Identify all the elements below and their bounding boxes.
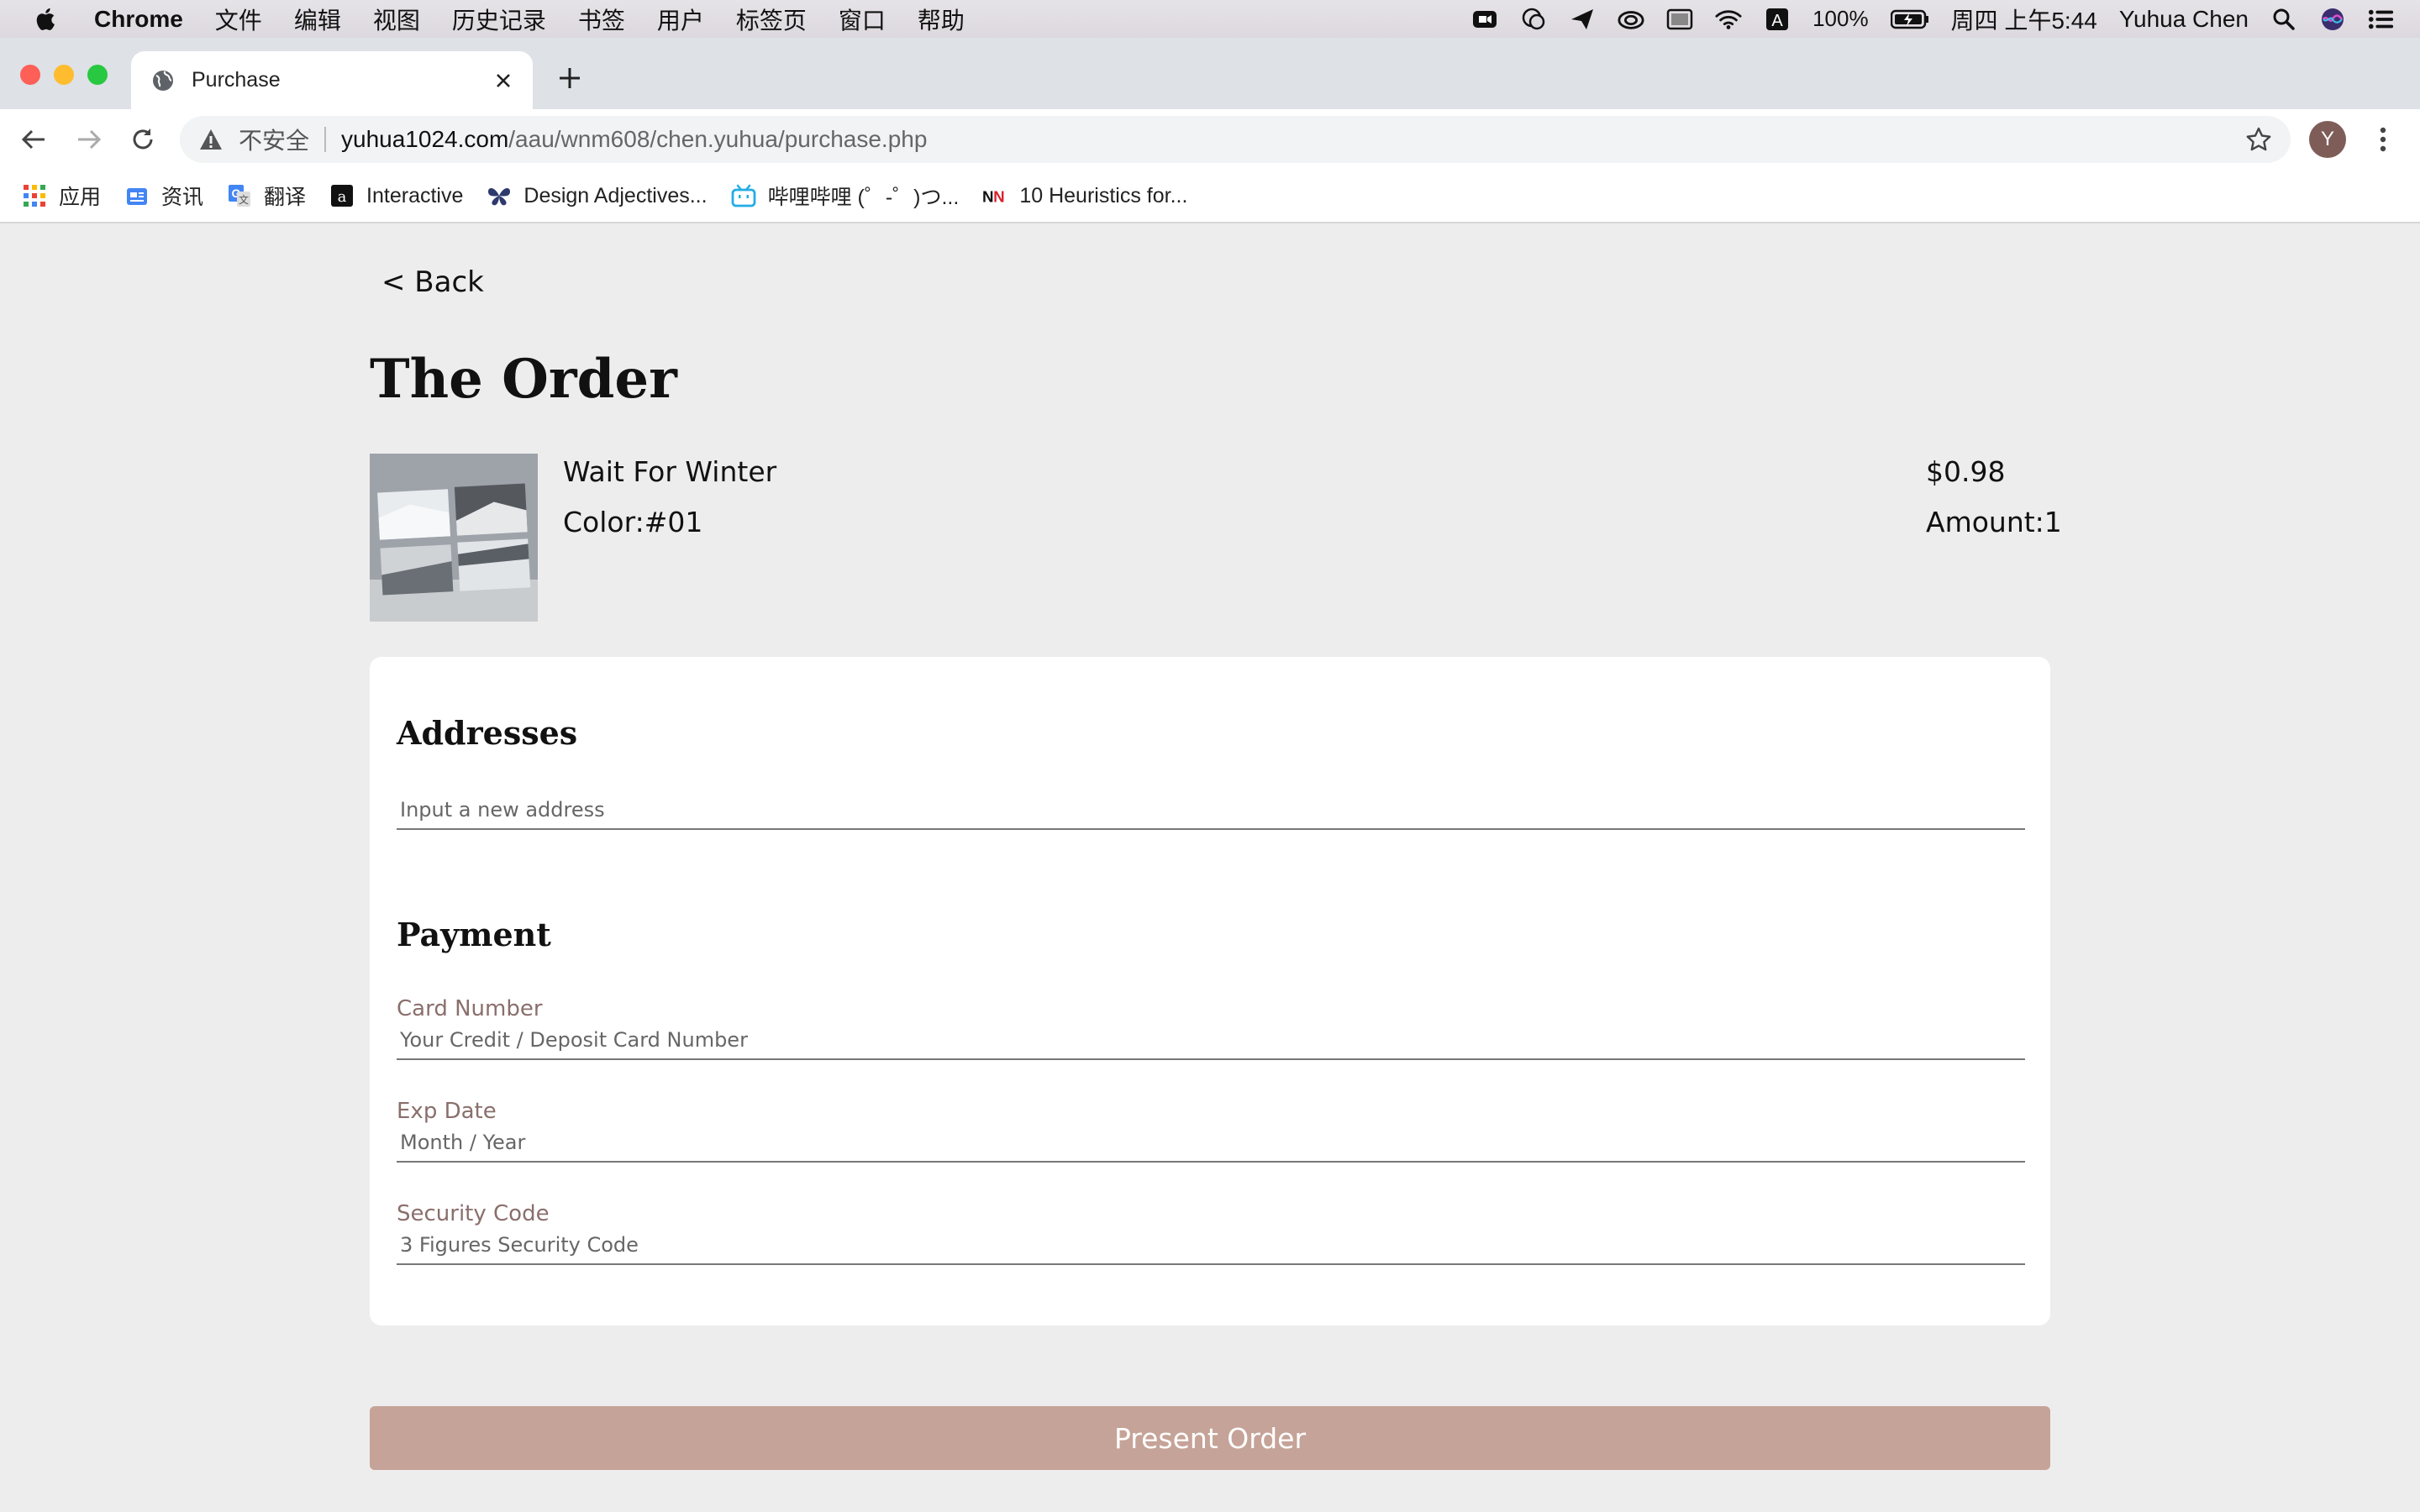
window-minimize-button[interactable] (54, 65, 74, 85)
display-icon[interactable] (1666, 7, 1693, 32)
menubar-clock[interactable]: 周四 上午5:44 (1951, 3, 2097, 36)
security-code-label: Security Code (397, 1201, 550, 1226)
product-name: Wait For Winter (563, 455, 777, 488)
browser-tab-strip: Purchase (0, 38, 2420, 109)
bookmark-label: Design Adjectives... (523, 183, 708, 207)
input-method-icon[interactable]: A (1764, 7, 1791, 32)
menubar-user[interactable]: Yuhua Chen (2119, 6, 2249, 33)
svg-text:N: N (993, 188, 1005, 206)
product-color: Color:#01 (563, 506, 703, 538)
bookmark-translate[interactable]: G文 翻译 (227, 181, 306, 211)
battery-icon[interactable] (1890, 7, 1929, 32)
product-thumbnail (370, 454, 538, 622)
bookmark-label: 翻译 (264, 186, 307, 209)
bookmark-bilibili[interactable]: 哔哩哔哩 (゜-゜)つ... (731, 181, 960, 211)
back-link[interactable]: < Back (381, 265, 484, 299)
exp-date-label: Exp Date (397, 1099, 497, 1124)
apps-grid-icon (22, 183, 47, 208)
video-camera-icon[interactable] (1471, 7, 1498, 32)
warning-triangle-icon[interactable] (198, 127, 224, 152)
product-amount: Amount:1 (1926, 506, 2062, 538)
security-code-input[interactable] (397, 1226, 2025, 1265)
bookmark-label: 资讯 (161, 186, 204, 209)
window-close-button[interactable] (20, 65, 40, 85)
apple-logo-icon[interactable] (32, 5, 60, 34)
tab-close-icon[interactable] (489, 66, 518, 95)
nn-icon: NN (982, 183, 1007, 208)
forward-arrow-icon[interactable] (74, 124, 104, 155)
product-price: $0.98 (1926, 455, 2006, 488)
svg-text:A: A (1771, 12, 1783, 30)
tab-title: Purchase (192, 68, 281, 92)
butterfly-icon (487, 183, 512, 208)
address-bar[interactable]: 不安全 yuhua1024.com /aau/wnm608/chen.yuhua… (180, 116, 2291, 163)
menu-help[interactable]: 帮助 (918, 3, 965, 36)
window-zoom-button[interactable] (87, 65, 108, 85)
paper-plane-icon[interactable] (1569, 7, 1596, 32)
bookmark-label: 应用 (59, 186, 102, 209)
bookmarks-bar: 应用 资讯 G文 翻译 a Interactive Design Adjecti… (0, 170, 2420, 223)
bookmark-interactive[interactable]: a Interactive (329, 183, 463, 208)
active-tab[interactable]: Purchase (131, 51, 533, 109)
menu-file[interactable]: 文件 (215, 3, 262, 36)
menu-tab[interactable]: 标签页 (736, 3, 807, 36)
menu-people[interactable]: 用户 (657, 3, 704, 36)
card-number-input[interactable] (397, 1021, 2025, 1060)
creative-cloud-icon[interactable] (1618, 7, 1644, 32)
bookmark-star-icon[interactable] (2245, 126, 2272, 153)
page-title: The Order (370, 348, 677, 411)
exp-date-input[interactable] (397, 1124, 2025, 1163)
payment-heading: Payment (397, 916, 551, 953)
bookmark-label: 哔哩哔哩 (゜-゜)つ... (767, 186, 960, 209)
svg-text:文: 文 (239, 193, 249, 206)
checkout-form-card: Addresses Payment Card Number Exp Date S… (370, 657, 2050, 1326)
menu-history[interactable]: 历史记录 (452, 3, 546, 36)
battery-percent: 100% (1812, 6, 1869, 31)
wifi-icon[interactable] (1715, 7, 1742, 32)
bookmark-apps[interactable]: 应用 (22, 181, 101, 211)
bookmark-heuristics[interactable]: NN 10 Heuristics for... (982, 183, 1187, 208)
chat-icon[interactable] (1520, 7, 1547, 32)
interactive-icon: a (329, 183, 355, 208)
bookmark-label: 10 Heuristics for... (1019, 183, 1188, 207)
more-menu-icon[interactable] (2371, 124, 2395, 155)
page-content: < Back The Order Wait For Winter Color:#… (0, 223, 2420, 1512)
menu-app-name[interactable]: Chrome (94, 6, 183, 33)
globe-icon (153, 70, 173, 91)
svg-text:N: N (982, 188, 994, 206)
bilibili-icon (731, 183, 756, 208)
url-path: /aau/wnm608/chen.yuhua/purchase.php (508, 126, 928, 152)
back-arrow-icon[interactable] (18, 124, 49, 155)
siri-icon[interactable] (2319, 7, 2346, 32)
security-status-label[interactable]: 不安全 (239, 123, 309, 156)
address-divider (324, 127, 327, 152)
url-host: yuhua1024.com (341, 126, 509, 152)
google-translate-icon: G文 (227, 183, 252, 208)
bookmark-label: Interactive (366, 183, 464, 207)
reload-icon[interactable] (128, 124, 158, 155)
new-tab-plus-icon[interactable] (555, 63, 585, 93)
bookmark-design-adjectives[interactable]: Design Adjectives... (487, 183, 708, 208)
menu-bookmarks[interactable]: 书签 (578, 3, 625, 36)
address-input[interactable] (397, 791, 2025, 830)
menu-window[interactable]: 窗口 (839, 3, 886, 36)
addresses-heading: Addresses (397, 714, 578, 752)
menu-view[interactable]: 视图 (373, 3, 420, 36)
browser-toolbar: 不安全 yuhua1024.com /aau/wnm608/chen.yuhua… (0, 109, 2420, 170)
macos-menu-bar: Chrome 文件 编辑 视图 历史记录 书签 用户 标签页 窗口 帮助 A 1… (0, 0, 2420, 38)
bookmark-news[interactable]: 资讯 (124, 181, 203, 211)
news-icon (124, 183, 150, 208)
menu-edit[interactable]: 编辑 (294, 3, 341, 36)
spotlight-search-icon[interactable] (2270, 7, 2297, 32)
notification-center-icon[interactable] (2368, 7, 2395, 32)
svg-text:a: a (338, 188, 347, 206)
present-order-button[interactable]: Present Order (370, 1406, 2050, 1470)
profile-avatar[interactable]: Y (2309, 121, 2346, 158)
card-number-label: Card Number (397, 996, 543, 1021)
